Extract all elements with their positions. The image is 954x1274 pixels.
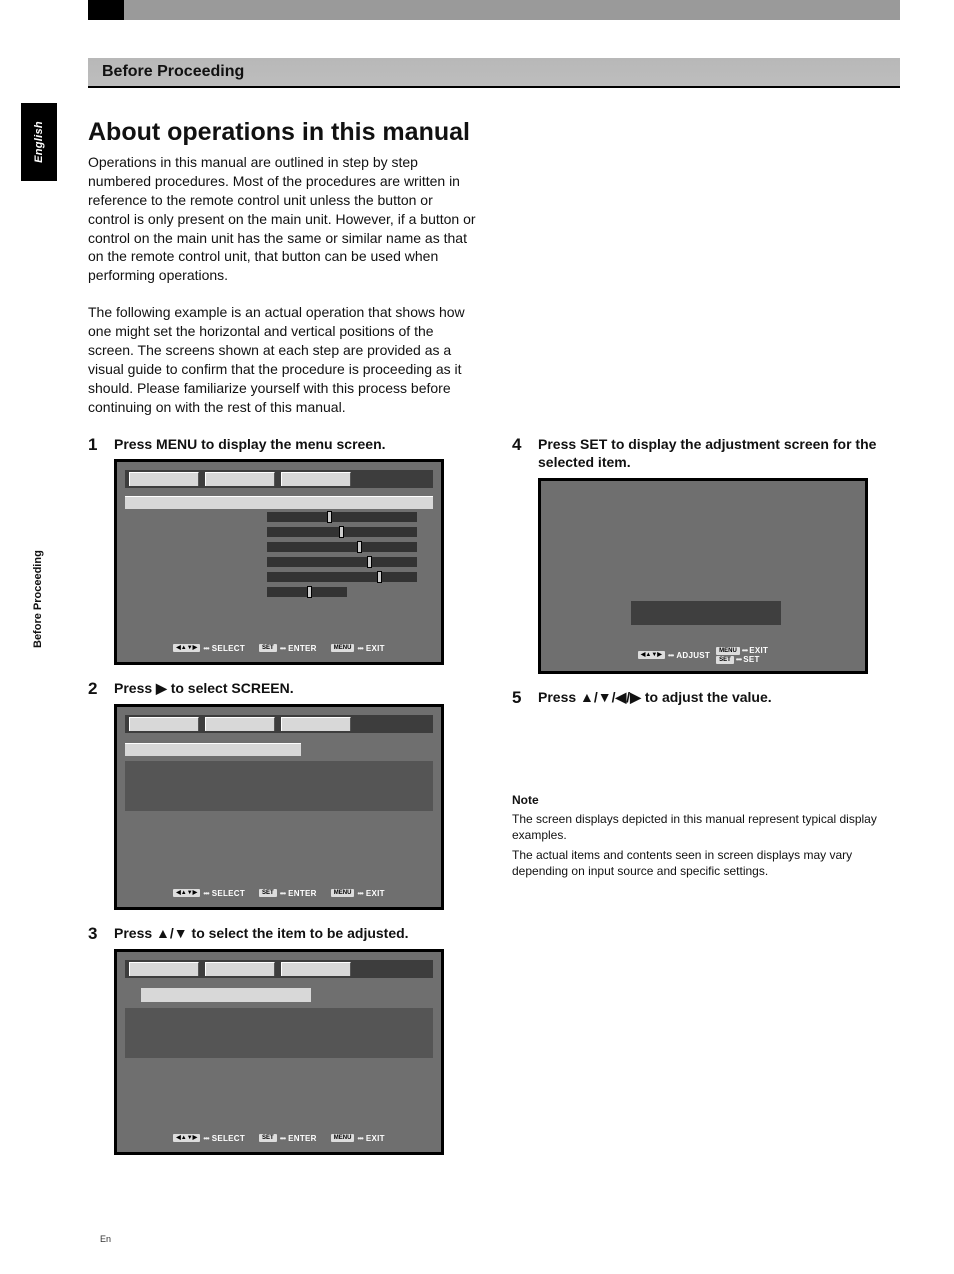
column-left: 1 Press MENU to display the menu screen. [88,435,476,1170]
osd-panel [125,1008,433,1058]
top-strip [88,0,900,20]
osd-tab [281,962,351,976]
section-header: Before Proceeding [88,58,900,88]
step-3-title: Press ▲/▼ to select the item to be adjus… [114,924,476,943]
footer-language: En [100,1234,111,1244]
hint-exit: EXIT [366,644,385,653]
column-right: 4 Press SET to display the adjustment sc… [512,435,900,1170]
hint-set: SET [743,655,759,664]
nav-icon: ◀▲▼▶ [173,1134,200,1142]
set-icon: SET [259,644,277,652]
top-strip-corner [88,0,124,20]
page: English Before Proceeding Before Proceed… [0,0,954,1274]
osd-tab [281,472,351,486]
hint-exit: EXIT [749,646,768,655]
osd-row [141,988,311,1002]
hint-enter: ENTER [288,1134,317,1143]
hint-select: SELECT [212,1134,245,1143]
nav-icon: ◀▲▼▶ [638,651,665,659]
columns: 1 Press MENU to display the menu screen. [88,435,900,1170]
step-3: 3 Press ▲/▼ to select the item to be adj… [88,924,476,1155]
set-icon: SET [716,656,734,664]
osd-tab [205,962,275,976]
intro-paragraph-2: The following example is an actual opera… [88,303,476,416]
step-2-title: Press ▶ to select SCREEN. [114,679,476,698]
hint-bar: ◀▲▼▶•••SELECT SET•••ENTER MENU•••EXIT [117,640,441,656]
hint-exit: EXIT [366,889,385,898]
language-tab-label: English [33,121,45,163]
hint-bar: ◀▲▼▶•••ADJUST MENU•••EXIT SET•••SET [541,647,865,663]
menu-icon: MENU [331,889,355,897]
nav-icon: ◀▲▼▶ [173,889,200,897]
step-3-number: 3 [88,924,114,1155]
hint-enter: ENTER [288,644,317,653]
section-header-title: Before Proceeding [102,63,244,81]
step-5-title: Press ▲/▼/◀/▶ to adjust the value. [538,688,900,707]
intro-paragraph-1: Operations in this manual are outlined i… [88,153,476,285]
step-5-number: 5 [512,688,538,708]
osd-tab [205,717,275,731]
osd-row [125,496,433,509]
osd-tab [281,717,351,731]
step-4-title: Press SET to display the adjustment scre… [538,435,900,473]
nav-icon: ◀▲▼▶ [173,644,200,652]
step-4: 4 Press SET to display the adjustment sc… [512,435,900,675]
hint-select: SELECT [212,644,245,653]
osd-panel [125,761,433,811]
menu-icon: MENU [716,647,740,655]
step-2: 2 Press ▶ to select SCREEN. [88,679,476,910]
step-1-title: Press MENU to display the menu screen. [114,435,476,454]
hint-adjust: ADJUST [676,651,710,660]
menu-icon: MENU [331,644,355,652]
step-1-number: 1 [88,435,114,666]
step-3-screen: ◀▲▼▶•••SELECT SET•••ENTER MENU•••EXIT [114,949,444,1155]
menu-icon: MENU [331,1134,355,1142]
hint-exit: EXIT [366,1134,385,1143]
osd-tabs [125,715,433,733]
step-2-screen: ◀▲▼▶•••SELECT SET•••ENTER MENU•••EXIT [114,704,444,910]
hint-enter: ENTER [288,889,317,898]
hint-select: SELECT [212,889,245,898]
osd-row [125,743,301,756]
step-5: 5 Press ▲/▼/◀/▶ to adjust the value. [512,688,900,708]
step-4-number: 4 [512,435,538,675]
set-icon: SET [259,1134,277,1142]
language-tab: English [21,103,57,181]
osd-tab [129,717,199,731]
step-1-screen: ◀▲▼▶•••SELECT SET•••ENTER MENU•••EXIT [114,459,444,665]
content: About operations in this manual Operatio… [88,118,900,1169]
step-2-number: 2 [88,679,114,910]
note-paragraph-2: The actual items and contents seen in sc… [512,847,900,879]
osd-value-box [631,601,781,625]
section-side-tab: Before Proceeding [32,550,44,648]
hint-bar: ◀▲▼▶•••SELECT SET•••ENTER MENU•••EXIT [117,885,441,901]
hint-bar: ◀▲▼▶•••SELECT SET•••ENTER MENU•••EXIT [117,1130,441,1146]
note-heading: Note [512,793,900,807]
step-4-screen: ◀▲▼▶•••ADJUST MENU•••EXIT SET•••SET [538,478,868,674]
osd-tab [205,472,275,486]
set-icon: SET [259,889,277,897]
osd-tabs [125,960,433,978]
osd-tab [129,962,199,976]
osd-tab [129,472,199,486]
step-1: 1 Press MENU to display the menu screen. [88,435,476,666]
page-heading: About operations in this manual [88,118,900,147]
osd-tabs [125,470,433,488]
note-paragraph-1: The screen displays depicted in this man… [512,811,900,843]
